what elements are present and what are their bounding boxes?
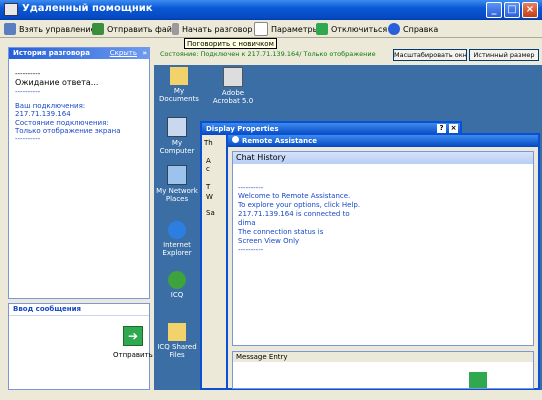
tab-themes[interactable]: Th: [204, 139, 213, 147]
icq-icon: [168, 271, 186, 289]
help-button[interactable]: Справка: [388, 21, 438, 37]
chat-line: Ваш подключения:: [15, 102, 86, 110]
desktop-icon-acrobat[interactable]: Adobe Acrobat 5.0: [210, 67, 256, 105]
actual-size-button[interactable]: Истинный размер: [469, 49, 539, 61]
start-talk-button[interactable]: Начать разговор: [172, 21, 252, 37]
app-icon: [4, 3, 18, 16]
chat-line: Ожидание ответа...: [15, 78, 99, 87]
ra-message-entry-title: Message Entry: [233, 352, 533, 362]
chat-history-header: История разговора Скрыть »: [9, 48, 149, 59]
disconnect-button[interactable]: Отключиться: [316, 21, 387, 37]
folder-icon: [170, 67, 188, 85]
chat-history-box: Chat History ---------- Welcome to Remot…: [232, 151, 534, 346]
acrobat-icon: [223, 67, 243, 87]
send-file-label: Отправить файл: [107, 24, 178, 34]
desktop-icon-label: My Documents: [159, 87, 199, 103]
message-entry-panel: Ввод сообщения ➔ Отправить: [8, 303, 153, 390]
ra-send-icon[interactable]: [469, 372, 487, 388]
close-button[interactable]: ×: [522, 2, 538, 18]
desktop-icon-label: ICQ: [170, 291, 184, 299]
ra-chat-line: To explore your options, click Help.: [238, 201, 361, 209]
ra-chat-line: ----------: [238, 184, 264, 192]
minimize-button[interactable]: _: [486, 2, 502, 18]
connection-status: Состояние: Подключен к 217.71.139.164/ Т…: [160, 50, 376, 58]
desktop-icon-my-documents[interactable]: My Documents: [156, 67, 202, 103]
chat-line: Только отображение экрана: [15, 127, 121, 135]
desktop-icon-ie[interactable]: Internet Explorer: [154, 221, 200, 257]
send-button-label[interactable]: Отправить: [113, 351, 153, 359]
disconnect-label: Отключиться: [331, 24, 388, 34]
collapse-icon[interactable]: »: [142, 48, 147, 59]
microphone-icon: [172, 23, 179, 35]
window-title: Удаленный помощник: [22, 3, 153, 14]
message-entry-title: Ввод сообщения: [9, 304, 149, 316]
desktop-icon-icq[interactable]: ICQ: [154, 271, 200, 299]
truncated-text: W: [206, 193, 213, 201]
hide-history-link[interactable]: Скрыть: [110, 48, 137, 59]
truncated-text: T: [206, 183, 211, 191]
help-label: Справка: [403, 24, 439, 34]
help-icon: [388, 23, 400, 35]
chat-line: ----------: [15, 70, 41, 78]
settings-button[interactable]: Параметры: [254, 21, 319, 37]
maximize-button[interactable]: □: [504, 2, 520, 18]
remote-desktop-view[interactable]: My Documents Adobe Acrobat 5.0 My Comput…: [154, 65, 542, 390]
desktop-icon-label: Internet Explorer: [162, 241, 192, 257]
chat-history-panel: История разговора Скрыть » ---------- Ож…: [8, 47, 150, 299]
scale-window-button[interactable]: Масштабировать окно: [393, 49, 467, 61]
disconnect-icon: [316, 23, 328, 35]
network-icon: [167, 165, 187, 185]
ra-chat-line: Screen View Only: [238, 237, 300, 245]
toolbar: Взять управление Отправить файл Начать р…: [0, 20, 542, 38]
truncated-text: c: [206, 165, 210, 173]
desktop-icon-label: ICQ Shared Files: [157, 343, 197, 359]
desktop-icon-icq-shared[interactable]: ICQ Shared Files: [154, 323, 200, 359]
take-control-label: Взять управление: [19, 24, 96, 34]
settings-label: Параметры: [271, 24, 319, 34]
desktop-icon-label: Adobe Acrobat 5.0: [212, 89, 254, 105]
send-file-button[interactable]: Отправить файл: [92, 21, 177, 37]
desktop-icon-label: My Network Places: [156, 187, 198, 203]
ra-chat-line: ----------: [238, 246, 264, 254]
chat-line: Состояние подключения:: [15, 119, 109, 127]
chat-line: 217.71.139.164: [15, 110, 71, 118]
ra-app-icon: [232, 136, 239, 143]
desktop-icon-network[interactable]: My Network Places: [154, 165, 200, 203]
display-properties-title: Display Properties: [206, 125, 279, 133]
remote-assistance-window[interactable]: Remote Assistance Chat History ---------…: [226, 133, 540, 390]
start-talk-label: Начать разговор: [182, 24, 253, 34]
ra-chat-line: Welcome to Remote Assistance.: [238, 192, 351, 200]
take-control-icon: [4, 23, 16, 35]
remote-assistance-titlebar: Remote Assistance: [228, 135, 538, 147]
take-control-button[interactable]: Взять управление: [4, 21, 96, 37]
chat-history-title: История разговора: [13, 49, 90, 57]
ra-message-entry-box[interactable]: Message Entry: [232, 351, 534, 389]
start-talk-tooltip: Поговорить с новичком: [184, 38, 277, 49]
settings-icon: [254, 22, 268, 36]
ra-chat-line: dima: [238, 219, 256, 227]
chat-line: ----------: [15, 135, 41, 143]
ie-icon: [168, 221, 186, 239]
close-icon[interactable]: ×: [449, 124, 458, 133]
truncated-text: A: [206, 157, 211, 165]
truncated-text: Sa: [206, 209, 215, 217]
ra-chat-line: The connection status is: [238, 228, 324, 236]
computer-icon: [167, 117, 187, 137]
message-input[interactable]: [13, 318, 113, 386]
window-titlebar: Удаленный помощник _ □ ×: [0, 0, 542, 20]
send-arrow-icon[interactable]: ➔: [123, 326, 143, 346]
chat-line: ----------: [15, 88, 41, 96]
folder-icon: [168, 323, 186, 341]
help-icon[interactable]: ?: [437, 124, 446, 133]
desktop-icon-my-computer[interactable]: My Computer: [154, 117, 200, 155]
ra-chat-history-title: Chat History: [233, 152, 533, 164]
ra-chat-line: 217.71.139.164 is connected to: [238, 210, 350, 218]
send-file-icon: [92, 23, 104, 35]
remote-assistance-title: Remote Assistance: [242, 137, 318, 145]
desktop-icon-label: My Computer: [159, 139, 195, 155]
